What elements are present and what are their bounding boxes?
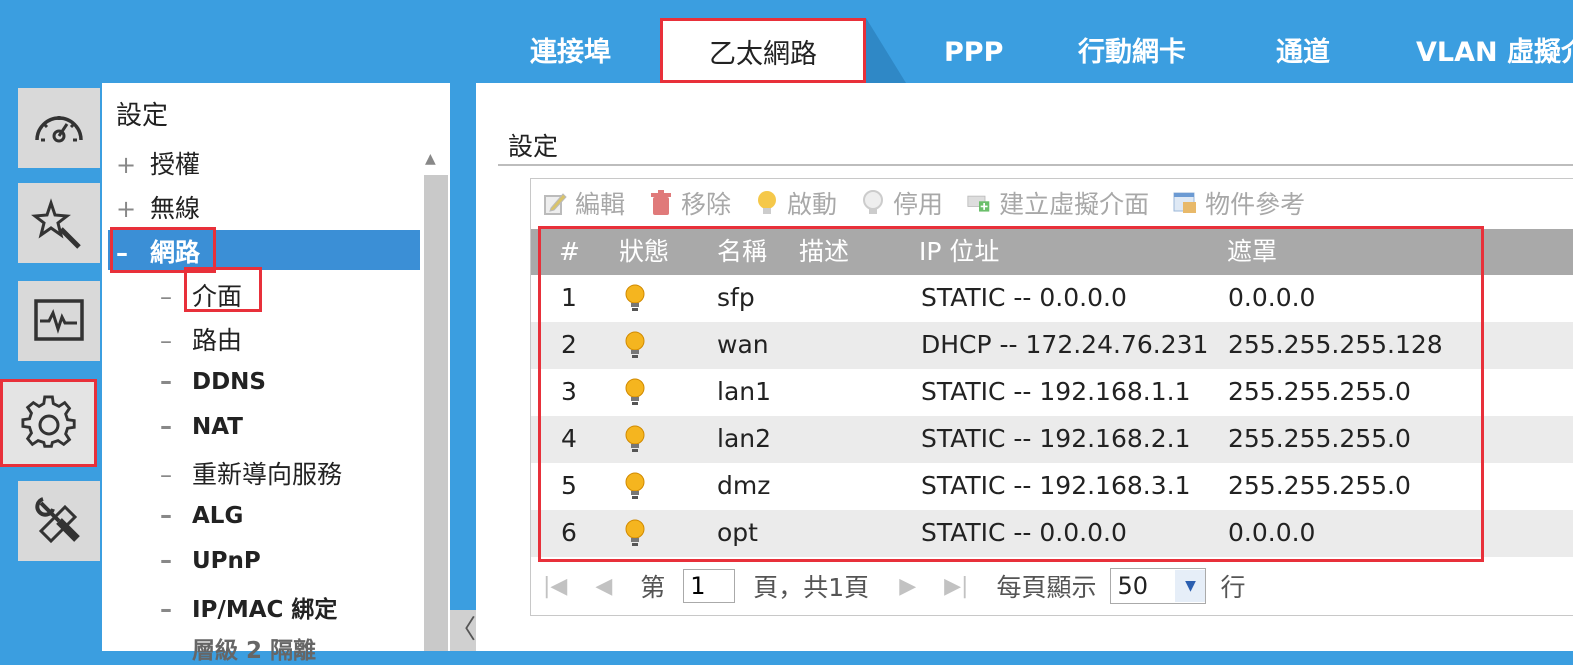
chevron-down-icon[interactable]: ▼ xyxy=(1175,570,1206,602)
tab-ppp[interactable]: PPP xyxy=(944,30,1003,76)
bulb-on-icon xyxy=(758,191,777,214)
page-total: 頁，共1頁 xyxy=(753,573,870,602)
menu-item-label: 層級 2 隔離 xyxy=(192,638,317,664)
maintenance-button[interactable] xyxy=(18,481,100,561)
icon-sidebar xyxy=(0,83,102,651)
edit-label: 編輯 xyxy=(575,190,626,219)
expand-icon: + xyxy=(116,151,137,179)
menu-item-nat[interactable]: – NAT xyxy=(160,412,243,440)
menu-item-label: IP/MAC 綁定 xyxy=(192,597,338,623)
top-tab-bar: 連接埠 乙太網路 PPP 行動網卡 通道 VLAN 虛擬介 xyxy=(0,0,1573,83)
menu-item-routing[interactable]: – 路由 xyxy=(160,321,242,357)
menu-item-label: UPnP xyxy=(192,548,261,574)
next-page-icon[interactable]: ▶ xyxy=(899,574,916,599)
object-reference-icon xyxy=(1173,192,1197,213)
pagination-bar: |◀ ◀ 第 頁，共1頁 ▶ ▶| 每頁顯示 50 ▼ 行 xyxy=(543,567,1245,605)
settings-icon xyxy=(20,395,76,448)
highlight-grid xyxy=(538,226,1484,562)
interface-panel: 編輯 移除 啟動 停用 建立虛擬介面 物件參考 # 狀態 名稱 描述 IP 位址… xyxy=(530,178,1573,616)
bullet-icon: – xyxy=(160,461,172,489)
highlight-interface xyxy=(184,267,262,312)
expand-icon: + xyxy=(116,195,137,223)
tab-divider xyxy=(866,18,906,83)
add-interface-icon xyxy=(967,195,990,212)
bullet-icon: – xyxy=(160,546,172,574)
edit-icon xyxy=(544,193,567,215)
menu-item-label: 授權 xyxy=(150,150,201,179)
monitor-button[interactable] xyxy=(18,281,100,361)
section-title: 設定 xyxy=(508,132,559,161)
settings-menu: 設定 ▲ + 授權 + 無線 – 網路 – 介面 – 路由 – DDNS – NAT – 重新導… xyxy=(102,83,450,664)
remove-label: 移除 xyxy=(681,190,732,219)
menu-item-label: ALG xyxy=(192,503,244,529)
per-page-label: 每頁顯示 xyxy=(996,573,1097,602)
menu-item-license[interactable]: + 授權 xyxy=(116,145,200,181)
edit-button[interactable]: 編輯 xyxy=(543,185,625,221)
menu-title: 設定 xyxy=(116,101,169,131)
deactivate-button[interactable]: 停用 xyxy=(861,185,943,221)
tab-ports[interactable]: 連接埠 xyxy=(530,30,611,76)
activate-button[interactable]: 啟動 xyxy=(755,185,837,221)
collapse-menu-icon[interactable]: 〈 xyxy=(450,610,476,651)
scroll-up-icon[interactable]: ▲ xyxy=(425,151,436,167)
bulb-off-icon xyxy=(863,190,884,214)
menu-scrollbar-thumb[interactable] xyxy=(424,175,448,651)
wizard-button[interactable] xyxy=(18,183,100,263)
prev-page-icon[interactable]: ◀ xyxy=(595,574,612,599)
per-page-value: 50 xyxy=(1117,572,1149,600)
bullet-icon: – xyxy=(160,501,172,529)
interface-grid: # 狀態 名稱 描述 IP 位址 遮罩 1 sfp STATIC -- 0.0.… xyxy=(531,226,1573,562)
monitor-icon xyxy=(34,299,84,341)
menu-item-upnp[interactable]: – UPnP xyxy=(160,546,261,574)
menu-item-label: 重新導向服務 xyxy=(192,460,343,489)
menu-item-alg[interactable]: – ALG xyxy=(160,501,243,529)
first-page-icon[interactable]: |◀ xyxy=(543,574,567,599)
per-page-select[interactable]: 50 ▼ xyxy=(1110,568,1207,604)
tab-vlan[interactable]: VLAN 虛擬介 xyxy=(1416,30,1573,76)
menu-item-label: NAT xyxy=(192,414,243,440)
section-divider xyxy=(498,164,1573,166)
menu-item-label: DDNS xyxy=(192,369,266,395)
trash-icon xyxy=(651,190,672,215)
main-content: 設定 編輯 移除 啟動 停用 建立虛擬介面 物件參考 # 狀態 名稱 描述 IP… xyxy=(476,83,1573,651)
bullet-icon: – xyxy=(160,595,172,623)
deactivate-label: 停用 xyxy=(893,190,944,219)
create-virtual-interface-button[interactable]: 建立虛擬介面 xyxy=(967,185,1149,221)
page-prefix: 第 xyxy=(640,573,666,602)
settings-button[interactable] xyxy=(0,379,97,467)
maintenance-icon xyxy=(35,497,80,544)
menu-item-wireless[interactable]: + 無線 xyxy=(116,189,200,225)
tab-ethernet[interactable]: 乙太網路 xyxy=(660,18,866,83)
rows-unit: 行 xyxy=(1220,573,1246,602)
menu-item-ddns[interactable]: – DDNS xyxy=(160,367,266,395)
menu-item-redirect[interactable]: – 重新導向服務 xyxy=(160,455,342,491)
page-number-input[interactable] xyxy=(683,569,736,603)
object-reference-button[interactable]: 物件參考 xyxy=(1173,185,1305,221)
menu-item-label: 路由 xyxy=(192,326,243,355)
tab-tunnel[interactable]: 通道 xyxy=(1276,30,1330,76)
grid-toolbar: 編輯 移除 啟動 停用 建立虛擬介面 物件參考 xyxy=(543,185,1329,221)
bullet-icon: – xyxy=(160,327,172,355)
create-virtual-label: 建立虛擬介面 xyxy=(999,190,1150,219)
dashboard-icon xyxy=(35,116,83,143)
menu-item-layer2-isolation[interactable]: 層級 2 隔離 xyxy=(160,631,316,665)
bullet-icon: – xyxy=(160,367,172,395)
menu-item-label: 無線 xyxy=(150,194,201,223)
last-page-icon[interactable]: ▶| xyxy=(944,574,968,599)
menu-item-ip-mac-binding[interactable]: – IP/MAC 綁定 xyxy=(160,590,337,624)
object-reference-label: 物件參考 xyxy=(1205,190,1306,219)
activate-label: 啟動 xyxy=(787,190,838,219)
wizard-icon xyxy=(31,198,81,249)
dashboard-button[interactable] xyxy=(18,88,100,168)
tab-cellular[interactable]: 行動網卡 xyxy=(1078,30,1186,76)
bullet-icon: – xyxy=(160,412,172,440)
remove-button[interactable]: 移除 xyxy=(649,185,731,221)
